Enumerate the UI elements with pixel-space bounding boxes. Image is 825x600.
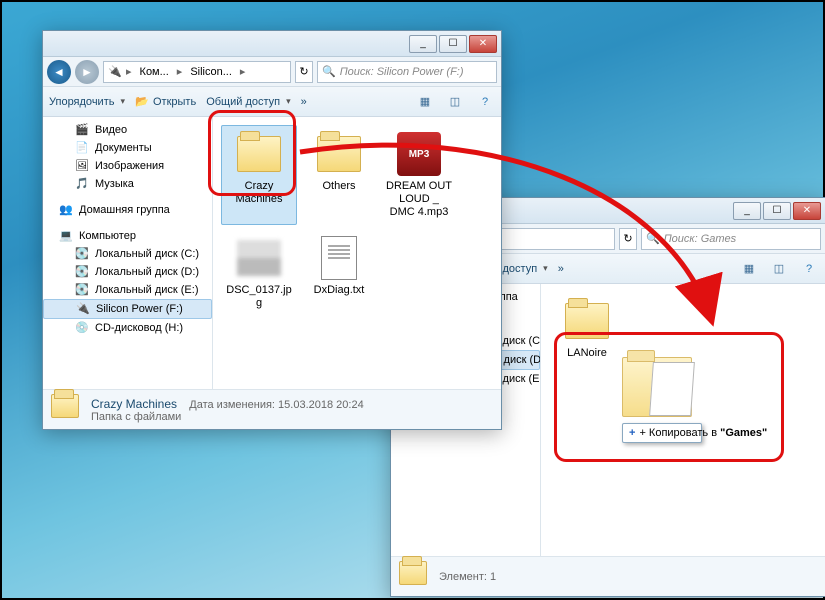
help-button[interactable]: ?: [475, 93, 495, 111]
video-icon: [75, 123, 89, 137]
tree-images[interactable]: Изображения: [43, 157, 212, 175]
preview-pane-button[interactable]: ◫: [769, 260, 789, 278]
more-button[interactable]: »: [301, 96, 307, 108]
refresh-button[interactable]: ↻: [295, 61, 313, 83]
search-input[interactable]: 🔍 Поиск: Silicon Power (F:): [317, 61, 497, 83]
minimize-button[interactable]: _: [409, 35, 437, 53]
titlebar[interactable]: _ ☐ ✕: [43, 31, 501, 57]
forward-button[interactable]: ►: [75, 60, 99, 84]
disk-icon: [75, 265, 89, 279]
chevron-right-icon: ▸: [240, 65, 246, 78]
search-input[interactable]: 🔍 Поиск: Games: [641, 228, 821, 250]
tree-drive-d[interactable]: Локальный диск (D:): [43, 263, 212, 281]
drag-tooltip: + + Копировать в "Games": [622, 423, 702, 443]
search-placeholder: Поиск: Silicon Power (F:): [340, 66, 464, 78]
computer-icon: [59, 229, 73, 243]
tree-music[interactable]: Музыка: [43, 175, 212, 193]
usb-icon: [76, 302, 90, 316]
homegroup-icon: [59, 203, 73, 217]
folder-lanoire[interactable]: LANoire: [549, 292, 625, 365]
plus-icon: +: [629, 427, 635, 439]
folder-icon: [399, 561, 427, 585]
toolbar: Упорядочить Открыть Общий доступ » ▦ ◫ ?: [43, 87, 501, 117]
document-icon: [75, 141, 89, 155]
help-button[interactable]: ?: [799, 260, 819, 278]
file-jpg[interactable]: DSC_0137.jpg: [221, 229, 297, 315]
open-icon: [135, 95, 149, 109]
breadcrumb-part[interactable]: Ком...: [136, 66, 173, 78]
drag-ghost: + + Копировать в "Games": [622, 357, 702, 443]
minimize-button[interactable]: _: [733, 202, 761, 220]
folder-icon: [565, 303, 609, 339]
maximize-button[interactable]: ☐: [439, 35, 467, 53]
status-type: Папка с файлами: [91, 411, 364, 423]
more-button[interactable]: »: [558, 263, 564, 275]
status-date: 15.03.2018 20:24: [278, 399, 364, 411]
disk-icon: [75, 247, 89, 261]
tree-drive-h[interactable]: CD-дисковод (H:): [43, 319, 212, 337]
nav-tree[interactable]: Видео Документы Изображения Музыка Домаш…: [43, 117, 213, 389]
file-pane[interactable]: Crazy Machines Others MP3 DREAM OUT LOUD…: [213, 117, 501, 389]
share-button[interactable]: Общий доступ: [206, 96, 290, 108]
drive-icon: [108, 65, 122, 79]
folder-icon: [317, 136, 361, 172]
open-button[interactable]: Открыть: [135, 95, 196, 109]
tree-drive-c[interactable]: Локальный диск (C:): [43, 245, 212, 263]
status-bar: Элемент: 1: [391, 556, 825, 596]
folder-icon: [51, 394, 79, 418]
close-button[interactable]: ✕: [793, 202, 821, 220]
back-button[interactable]: ◄: [47, 60, 71, 84]
folder-crazy-machines[interactable]: Crazy Machines: [221, 125, 297, 225]
chevron-right-icon: ▸: [177, 65, 183, 78]
maximize-button[interactable]: ☐: [763, 202, 791, 220]
file-txt[interactable]: DxDiag.txt: [301, 229, 377, 315]
tree-drive-e[interactable]: Локальный диск (E:): [43, 281, 212, 299]
tree-videos[interactable]: Видео: [43, 121, 212, 139]
txt-icon: [321, 236, 357, 280]
explorer-window-silicon[interactable]: _ ☐ ✕ ◄ ► ▸ Ком... ▸ Silicon... ▸ ↻ 🔍 По…: [42, 30, 502, 430]
search-icon: 🔍: [322, 65, 336, 78]
mp3-icon: MP3: [397, 132, 441, 176]
jpg-icon: [237, 240, 281, 276]
refresh-button[interactable]: ↻: [619, 228, 637, 250]
view-button[interactable]: ▦: [415, 93, 435, 111]
drag-folder-icon: [622, 357, 692, 417]
search-icon: 🔍: [646, 232, 660, 245]
tree-drive-f[interactable]: Silicon Power (F:): [43, 299, 212, 319]
folder-icon: [237, 136, 281, 172]
status-bar: Crazy Machines Дата изменения: 15.03.201…: [43, 389, 501, 429]
close-button[interactable]: ✕: [469, 35, 497, 53]
breadcrumb[interactable]: ▸ Ком... ▸ Silicon... ▸: [103, 61, 291, 83]
status-name: Crazy Machines: [91, 397, 177, 411]
cd-icon: [75, 321, 89, 335]
music-icon: [75, 177, 89, 191]
breadcrumb-part[interactable]: Silicon...: [186, 66, 236, 78]
image-icon: [75, 159, 89, 173]
view-button[interactable]: ▦: [739, 260, 759, 278]
tree-homegroup[interactable]: Домашняя группа: [43, 201, 212, 219]
tree-documents[interactable]: Документы: [43, 139, 212, 157]
status-date-label: Дата изменения:: [189, 399, 275, 411]
search-placeholder: Поиск: Games: [664, 233, 736, 245]
address-bar: ◄ ► ▸ Ком... ▸ Silicon... ▸ ↻ 🔍 Поиск: S…: [43, 57, 501, 87]
tree-computer[interactable]: Компьютер: [43, 227, 212, 245]
organize-button[interactable]: Упорядочить: [49, 96, 125, 108]
file-mp3[interactable]: MP3 DREAM OUT LOUD _ DMC 4.mp3: [381, 125, 457, 225]
preview-pane-button[interactable]: ◫: [445, 93, 465, 111]
chevron-right-icon: ▸: [126, 65, 132, 78]
status-count: Элемент: 1: [439, 571, 496, 583]
disk-icon: [75, 283, 89, 297]
folder-others[interactable]: Others: [301, 125, 377, 225]
